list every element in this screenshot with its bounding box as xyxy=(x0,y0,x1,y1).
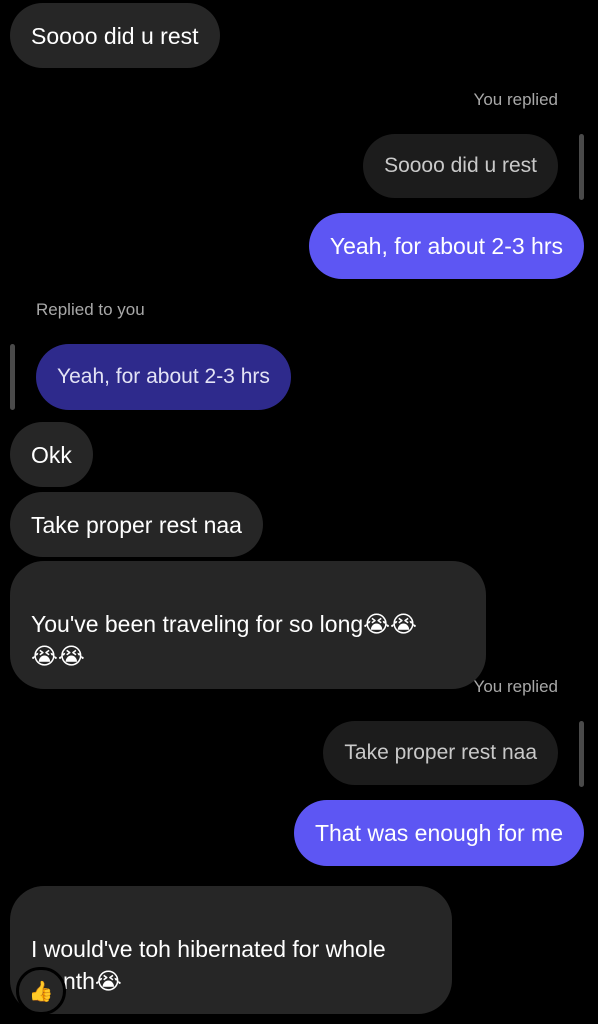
quoted-text: Soooo did u rest xyxy=(384,154,537,177)
reply-context-label: You replied xyxy=(473,90,558,109)
message-text: Okk xyxy=(31,441,72,468)
thumbs-up-icon: 👍 xyxy=(28,980,54,1003)
quoted-message[interactable]: Yeah, for about 2-3 hrs xyxy=(36,344,291,410)
incoming-message[interactable]: I would've toh hibernated for whole mont… xyxy=(10,886,452,1014)
message-reaction[interactable]: 👍 xyxy=(16,967,66,1015)
message-text: That was enough for me xyxy=(314,820,563,846)
quoted-text: Take proper rest naa xyxy=(344,741,537,764)
quote-indicator-bar xyxy=(10,344,15,410)
quoted-text: Yeah, for about 2-3 hrs xyxy=(57,365,270,388)
incoming-message[interactable]: You've been traveling for so long😭😭 😭😭 xyxy=(10,561,486,689)
quoted-message[interactable]: Take proper rest naa xyxy=(323,721,558,785)
message-text: You've been traveling for so long😭😭 😭😭 xyxy=(31,611,417,669)
quoted-message[interactable]: Soooo did u rest xyxy=(363,134,558,198)
outgoing-message[interactable]: Yeah, for about 2-3 hrs xyxy=(308,213,584,279)
quote-indicator-bar xyxy=(579,134,584,200)
incoming-message[interactable]: Okk xyxy=(10,422,93,487)
incoming-message[interactable]: Soooo did u rest xyxy=(10,3,220,68)
quote-indicator-bar xyxy=(579,721,584,787)
outgoing-message[interactable]: That was enough for me xyxy=(293,800,584,866)
reply-context-label: You replied xyxy=(473,677,558,696)
message-text: Yeah, for about 2-3 hrs xyxy=(329,233,563,259)
message-text: Take proper rest naa xyxy=(31,511,242,538)
message-text: I would've toh hibernated for whole mont… xyxy=(31,936,386,994)
message-text: Soooo did u rest xyxy=(31,22,199,49)
incoming-message[interactable]: Take proper rest naa xyxy=(10,492,263,557)
reply-context-label: Replied to you xyxy=(36,300,145,319)
